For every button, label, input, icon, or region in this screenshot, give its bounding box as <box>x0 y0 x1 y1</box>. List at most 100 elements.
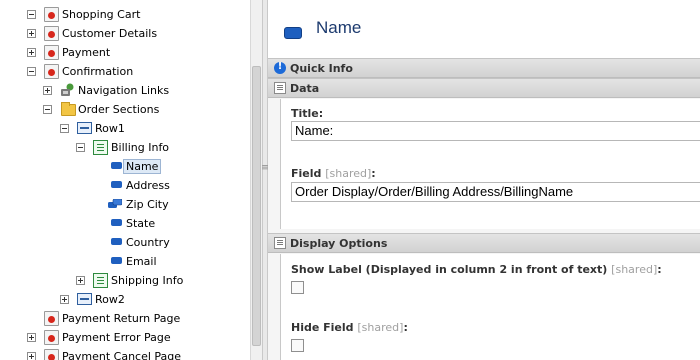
field-icon <box>111 219 122 226</box>
expand-toggle-icon[interactable] <box>27 352 36 360</box>
tree-item-label[interactable]: Payment Return Page <box>60 311 182 326</box>
show-label-checkbox[interactable] <box>291 281 304 294</box>
sheet-icon <box>274 82 286 94</box>
field-icon <box>111 238 122 245</box>
tree-item-label[interactable]: Payment <box>60 45 112 60</box>
folder-icon <box>61 102 76 116</box>
tree-item-payment-error-page[interactable]: Payment Error Page <box>0 328 250 347</box>
hide-field-label: Hide Field [shared]: <box>291 321 408 334</box>
expand-toggle-icon[interactable] <box>27 333 36 342</box>
expand-toggle-icon[interactable] <box>27 48 36 57</box>
page-icon <box>44 7 59 22</box>
expand-toggle-icon[interactable] <box>27 29 36 38</box>
info-section-icon <box>93 140 108 155</box>
row-icon <box>77 293 92 305</box>
info-icon <box>274 61 286 74</box>
tree-item-shipping-info[interactable]: Shipping Info <box>0 271 250 290</box>
quick-info-bar[interactable]: Quick Info <box>268 58 700 78</box>
tree-item-label[interactable]: Confirmation <box>60 64 135 79</box>
expand-toggle-icon[interactable] <box>76 276 85 285</box>
label-colon: : <box>371 167 376 180</box>
tree-item-label[interactable]: Payment Error Page <box>60 330 173 345</box>
tree-item-label[interactable]: Row1 <box>93 121 127 136</box>
show-label-field-label: Show Label (Displayed in column 2 in fro… <box>291 263 662 276</box>
detail-panel: Name Quick Info Data Title: Name: Field … <box>268 0 700 360</box>
tree-item-confirmation[interactable]: Confirmation <box>0 62 250 81</box>
page-icon <box>44 330 59 345</box>
field-icon <box>111 162 122 169</box>
tree-item-payment[interactable]: Payment <box>0 43 250 62</box>
section-title: Display Options <box>290 237 388 250</box>
tree-item-order-sections[interactable]: Order Sections <box>0 100 250 119</box>
section-title: Data <box>290 82 320 95</box>
tree-item-payment-return-page[interactable]: Payment Return Page <box>0 309 250 328</box>
tree-item-label[interactable]: Navigation Links <box>76 83 171 98</box>
tree-item-billing-info[interactable]: Billing Info <box>0 138 250 157</box>
tree-item-label[interactable]: Order Sections <box>76 102 161 117</box>
tree-item-label[interactable]: Zip City <box>124 197 171 212</box>
collapse-toggle-icon[interactable] <box>60 124 69 133</box>
tree-item-label[interactable]: Customer Details <box>60 26 159 41</box>
field-icon <box>111 181 122 188</box>
tree-scrollbar[interactable] <box>250 0 262 360</box>
label-colon: : <box>403 321 408 334</box>
field-field-label: Field [shared]: <box>291 167 376 180</box>
tree-item-shopping-cart[interactable]: Shopping Cart <box>0 5 250 24</box>
collapse-toggle-icon[interactable] <box>27 10 36 19</box>
tree-item-country[interactable]: Country <box>0 233 250 252</box>
tree-item-label[interactable]: Shipping Info <box>109 273 185 288</box>
shared-tag: [shared] <box>357 321 404 334</box>
title-input[interactable]: Name: <box>291 121 700 141</box>
display-options-bar[interactable]: Display Options <box>268 233 700 253</box>
links-icon <box>60 83 75 98</box>
tree-item-zip-city[interactable]: Zip City <box>0 195 250 214</box>
field-label-text: Field <box>291 167 322 180</box>
page-icon <box>44 64 59 79</box>
tree-item-row2[interactable]: Row2 <box>0 290 250 309</box>
collapse-toggle-icon[interactable] <box>43 105 52 114</box>
page-tree: Shopping Cart Customer Details Payment C… <box>0 0 250 360</box>
tree-item-label-selected[interactable]: Name <box>123 159 162 174</box>
shared-tag: [shared] <box>611 263 658 276</box>
tree-item-address[interactable]: Address <box>0 176 250 195</box>
tree-item-email[interactable]: Email <box>0 252 250 271</box>
tree-item-row1[interactable]: Row1 <box>0 119 250 138</box>
title-field-label: Title: <box>291 107 324 120</box>
page-icon <box>44 45 59 60</box>
page-icon <box>44 311 59 326</box>
tree-item-label[interactable]: Shopping Cart <box>60 7 142 22</box>
tree-item-label[interactable]: Row2 <box>93 292 127 307</box>
display-options-section: Show Label (Displayed in column 2 in fro… <box>280 254 700 360</box>
field-icon <box>284 27 302 39</box>
page-icon <box>44 349 59 360</box>
collapse-toggle-icon[interactable] <box>76 143 85 152</box>
sheet-icon <box>274 237 286 249</box>
data-section: Title: Name: Field [shared]: Order Displ… <box>280 99 700 229</box>
collapse-toggle-icon[interactable] <box>27 67 36 76</box>
expand-toggle-icon[interactable] <box>60 295 69 304</box>
tree-item-payment-cancel-page[interactable]: Payment Cancel Page <box>0 347 250 360</box>
tree-item-label[interactable]: Country <box>124 235 172 250</box>
scrollbar-thumb[interactable] <box>252 66 261 346</box>
section-title: Quick Info <box>290 62 353 75</box>
row-icon <box>77 122 92 134</box>
data-section-bar[interactable]: Data <box>268 78 700 98</box>
tree-item-label[interactable]: Payment Cancel Page <box>60 349 183 360</box>
field-path-input[interactable]: Order Display/Order/Billing Address/Bill… <box>291 182 700 202</box>
tree-item-label[interactable]: Email <box>124 254 159 269</box>
tree-item-label[interactable]: State <box>124 216 157 231</box>
tree-item-customer-details[interactable]: Customer Details <box>0 24 250 43</box>
tree-item-name[interactable]: Name <box>0 157 250 176</box>
tree-item-label[interactable]: Address <box>124 178 172 193</box>
expand-toggle-icon[interactable] <box>43 86 52 95</box>
info-section-icon <box>93 273 108 288</box>
label-colon: : <box>657 263 662 276</box>
multi-field-icon <box>108 198 123 208</box>
hide-field-text: Hide Field <box>291 321 354 334</box>
hide-field-checkbox[interactable] <box>291 339 304 352</box>
tree-item-navigation-links[interactable]: Navigation Links <box>0 81 250 100</box>
detail-header: Name <box>268 0 700 58</box>
tree-item-label[interactable]: Billing Info <box>109 140 171 155</box>
show-label-text: Show Label (Displayed in column 2 in fro… <box>291 263 608 276</box>
tree-item-state[interactable]: State <box>0 214 250 233</box>
